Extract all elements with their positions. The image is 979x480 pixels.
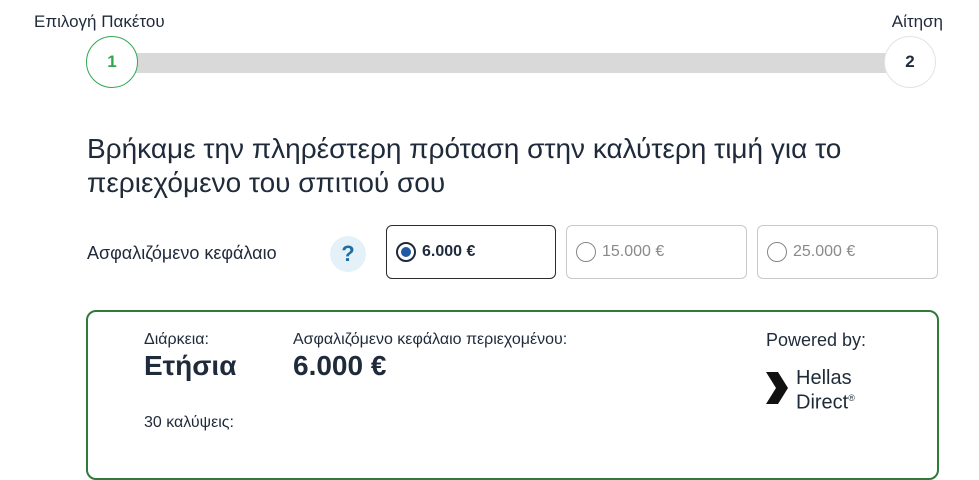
- coverages-label: 30 καλύψεις:: [144, 414, 234, 431]
- capital-option-25000[interactable]: 25.000 €: [757, 225, 938, 279]
- logo-line2: Direct: [796, 391, 849, 414]
- stepper-track: [112, 53, 912, 73]
- duration-value: Ετήσια: [144, 350, 237, 381]
- capital-option-label: 25.000 €: [793, 243, 856, 260]
- capital-option-label: 6.000 €: [422, 243, 476, 260]
- step1-circle[interactable]: 1: [86, 36, 138, 88]
- duration-label: Διάρκεια:: [144, 331, 209, 348]
- insured-capital-label: Ασφαλιζόμενο κεφάλαιο: [87, 243, 277, 263]
- capital-option-label: 15.000 €: [602, 243, 665, 260]
- help-question-icon[interactable]: ?: [330, 236, 366, 272]
- step2-label: Αίτηση: [891, 12, 943, 31]
- hellas-direct-chevron-icon: [766, 372, 788, 404]
- step1-label: Επιλογή Πακέτου: [34, 12, 165, 31]
- registered-mark: ®: [848, 393, 855, 403]
- radio-icon[interactable]: [396, 242, 416, 262]
- logo-line1: Hellas: [796, 367, 852, 389]
- hellas-direct-logo: Hellas Direct®: [762, 367, 872, 413]
- powered-by-label: Powered by:: [766, 330, 867, 350]
- capital-option-15000[interactable]: 15.000 €: [566, 225, 747, 279]
- content-capital-value: 6.000 €: [293, 350, 387, 381]
- step2-circle[interactable]: 2: [884, 36, 936, 88]
- content-capital-label: Ασφαλιζόμενο κεφάλαιο περιεχομένου:: [293, 331, 568, 348]
- radio-icon[interactable]: [767, 242, 787, 262]
- radio-icon[interactable]: [576, 242, 596, 262]
- capital-option-6000[interactable]: 6.000 €: [386, 225, 556, 279]
- page-title: Βρήκαμε την πληρέστερη πρόταση στην καλύ…: [87, 133, 842, 198]
